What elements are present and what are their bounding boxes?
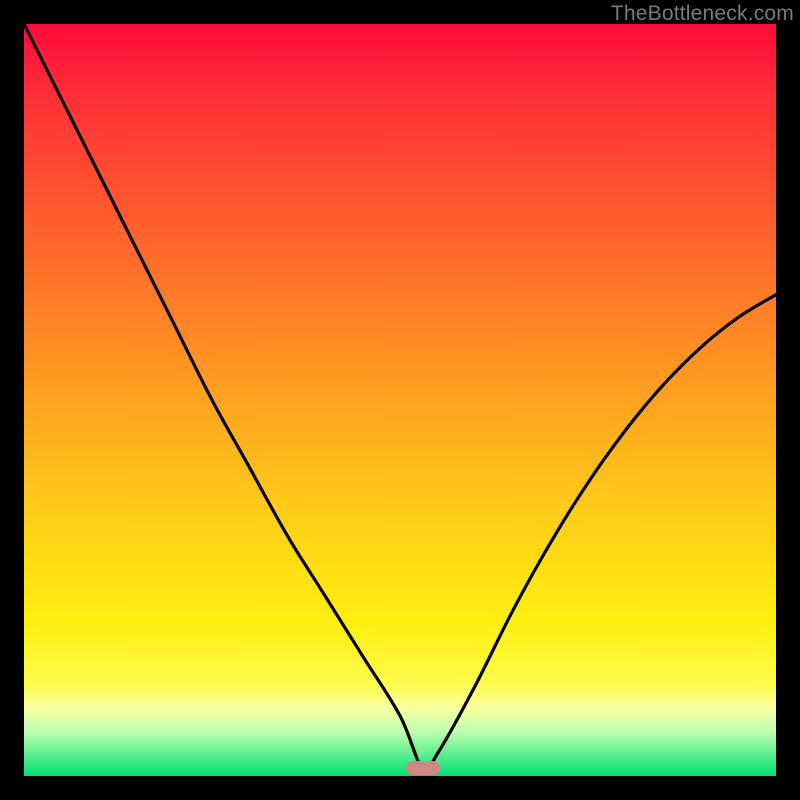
optimal-marker xyxy=(406,761,440,775)
bottleneck-curve xyxy=(24,24,776,776)
watermark-text: TheBottleneck.com xyxy=(611,2,794,26)
plot-area xyxy=(24,24,776,776)
curve-path xyxy=(24,24,776,771)
chart-frame: TheBottleneck.com xyxy=(0,0,800,800)
